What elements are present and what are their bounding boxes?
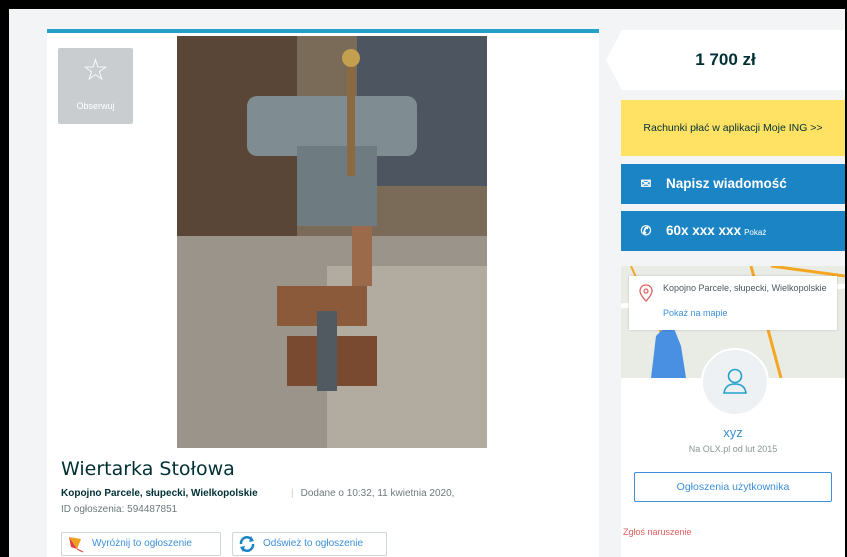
member-since: Na OLX.pl od lut 2015 [688,444,778,454]
user-icon [723,368,747,394]
listing-added-date: Dodane o 10:32, 11 kwietnia 2020, [291,488,455,499]
drill-press-image [177,36,487,448]
listing-card: ☆ Obserwuj Wiertarka Stołowa Kopojno Par… [47,29,599,557]
listing-photo[interactable] [177,36,487,448]
show-on-map-link[interactable]: Pokaż na mapie [663,308,728,318]
map-address: Kopojno Parcele, słupecki, Wielkopolskie [663,283,827,293]
listing-location[interactable]: Kopojno Parcele, słupecki, Wielkopolskie [61,488,258,499]
observe-label: Obserwuj [76,101,115,111]
user-ads-button[interactable]: Ogłoszenia użytkownika [634,472,832,502]
phone-show-link[interactable]: Pokaż [744,228,766,237]
promote-label: Wyróżnij to ogłoszenie [92,538,192,549]
promote-button[interactable]: Wyróżnij to ogłoszenie [61,532,221,556]
ing-banner-text: Rachunki płać w aplikacji Moje ING >> [643,122,823,134]
phone-button-label: 60x xxx xxx Pokaż [666,211,766,253]
listing-title: Wiertarka Stołowa [61,458,235,480]
refresh-label: Odśwież to ogłoszenie [263,538,364,549]
message-button[interactable]: ✉ Napisz wiadomość [621,164,845,204]
phone-button[interactable]: ✆ 60x xxx xxx Pokaż [621,211,845,251]
map-info-box: Kopojno Parcele, słupecki, Wielkopolskie… [629,276,837,330]
envelope-icon: ✉ [640,176,652,191]
message-button-label: Napisz wiadomość [666,176,787,191]
map-pin-icon [639,284,653,302]
refresh-icon [239,536,255,552]
refresh-button[interactable]: Odśwież to ogłoszenie [232,532,387,556]
phone-number: 60x xxx xxx [666,223,742,238]
report-link[interactable]: Zgłoś naruszenie [623,527,692,537]
listing-id: ID ogłoszenia: 594487851 [61,504,178,515]
avatar[interactable] [701,348,769,416]
kite-icon [69,537,84,553]
seller-card: Kopojno Parcele, słupecki, Wielkopolskie… [621,266,845,557]
star-icon: ☆ [82,54,109,87]
price-tag: 1 700 zł [606,30,845,90]
seller-name[interactable]: xyz [621,425,845,440]
ing-banner[interactable]: Rachunki płać w aplikacji Moje ING >> [621,100,845,156]
page: ☆ Obserwuj Wiertarka Stołowa Kopojno Par… [9,9,845,557]
phone-icon: ✆ [640,223,652,238]
observe-button[interactable]: ☆ Obserwuj [58,48,133,124]
